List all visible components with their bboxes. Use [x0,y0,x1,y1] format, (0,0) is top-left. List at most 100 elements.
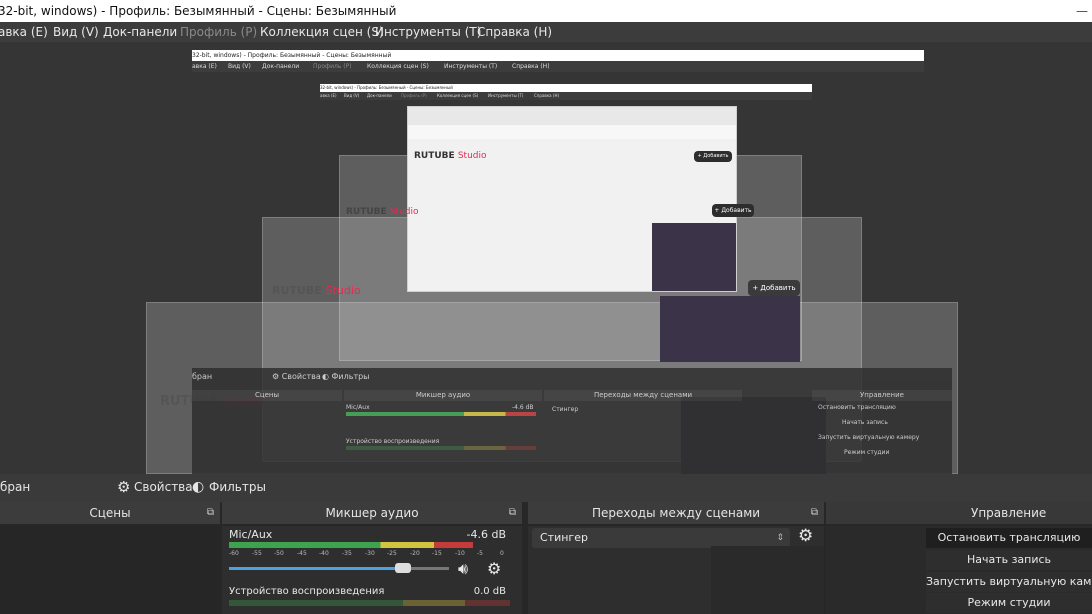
nested-mic-label: Mic/Aux [346,404,370,411]
device-label: Устройство воспроизведения [229,586,385,597]
transition-value: Стингер [540,531,588,544]
scale-tick: -40 [319,550,329,557]
nested-obs-header: 32-bit, windows) - Профиль: Безымянный -… [192,50,924,80]
nested-title: 32-bit, windows) - Профиль: Безымянный -… [192,50,924,61]
nested-obs-header-2: 32-bit, windows) - Профиль: Безымянный -… [320,84,812,104]
gear-icon[interactable]: ⚙ [798,526,813,546]
menu-bar: авка (E) Вид (V) Док-панели Профиль (P) … [0,22,1092,42]
nested-title-2: 32-bit, windows) - Профиль: Безымянный -… [320,84,812,92]
mixer-dock-header: Микшер аудио ⧉ [222,502,522,524]
scenes-list[interactable] [0,526,220,614]
nested-menu-item: Профиль (P) [401,93,427,98]
scale-tick: -45 [297,550,307,557]
scale-tick: -30 [365,550,375,557]
menu-profile[interactable]: Профиль (P) [180,22,257,42]
nested-menu-item: авка (E) [320,93,337,98]
menu-help[interactable]: Справка (H) [477,22,552,42]
nested-menu-item: Инструменты (T) [488,93,524,98]
mic-db: -4.6 dB [466,528,507,541]
nested-menu-item: Вид (V) [344,93,360,98]
nested-source-label: бран [192,372,213,381]
nested-mic-meter [346,412,536,416]
scale-tick: -35 [342,550,352,557]
scale-tick: -50 [274,550,284,557]
controls-dock-header: Управление [826,502,1092,524]
nested-device-meter [346,446,536,450]
filters-button[interactable]: Фильтры [209,474,266,500]
browser-address-bar [408,107,736,125]
menu-edit[interactable]: авка (E) [0,22,48,42]
source-toolbar: бран ⚙ Свойства ◐ Фильтры [0,474,1092,500]
popout-icon[interactable]: ⧉ [811,502,818,524]
nested-menu: авка (E) Вид (V) Док-панели Профиль (P) … [192,61,924,72]
device-level-meter [229,600,510,606]
preview-thumbnail [652,223,736,291]
scale-tick: -10 [455,550,465,557]
nested-control-button: Запустить виртуальную камеру [818,434,920,441]
mic-level-meter [229,542,473,548]
nested-menu-item: Док-панели [262,63,300,70]
scale-tick: -55 [252,550,262,557]
transition-select[interactable]: Стингер ⇕ [532,528,790,548]
nested-control-button: Режим студии [844,449,890,456]
scale-tick: -60 [229,550,239,557]
nested-device-label: Устройство воспроизведения [346,438,440,445]
properties-button[interactable]: Свойства [134,474,193,500]
device-db: 0.0 dB [473,586,506,597]
popout-icon[interactable]: ⧉ [207,502,214,524]
scenes-title: Сцены [89,506,131,520]
nested-controls-header: Управление [812,390,952,401]
nested-obs-docks: бран ⚙ Свойства ◐ Фильтры Сцены Микшер а… [192,368,952,474]
nested-browser: RUTUBE Studio + Добавить [407,106,737,292]
transitions-title: Переходы между сценами [591,506,761,520]
mixer-title: Микшер аудио [325,506,419,520]
preview-thumbnail [711,546,824,614]
nested-mixer-header: Микшер аудио [344,390,542,401]
stop-stream-button[interactable]: Остановить трансляцию [926,528,1092,548]
gear-icon[interactable]: ⚙ [487,559,501,578]
nested-scenes-header: Сцены [192,390,342,401]
start-recording-button[interactable]: Начать запись [926,550,1092,570]
spin-icon: ⇕ [776,533,784,543]
preview-thumbnail [660,296,800,362]
nested-menu-item: авка (E) [192,63,217,70]
scale-tick: -5 [477,550,483,557]
nested-menu-item: Коллекция сцен (S) [437,93,479,98]
menu-scene-collection[interactable]: Коллекция сцен (S) [260,22,384,42]
nested-menu-2: авка (E) Вид (V) Док-панели Профиль (P) … [320,92,812,100]
nested-menu-item: Справка (H) [534,93,560,98]
add-button: + Добавить [694,151,732,162]
scale-tick: -20 [410,550,420,557]
nested-menu-item: Коллекция сцен (S) [367,63,429,70]
title-bar: 32-bit, windows) - Профиль: Безымянный -… [0,0,1092,22]
mic-volume-slider[interactable] [395,563,411,573]
scenes-dock-header: Сцены ⧉ [0,502,220,524]
minimize-button[interactable]: — [1072,0,1092,22]
rutube-logo: RUTUBE Studio [272,284,361,297]
nested-properties: ⚙ Свойства [272,372,321,381]
nested-filters: ◐ Фильтры [322,372,370,381]
menu-tools[interactable]: Инструменты (T) [375,22,481,42]
transitions-body: Стингер ⇕ ⚙ [528,526,824,614]
menu-docks[interactable]: Док-панели [103,22,177,42]
preview-canvas[interactable]: 32-bit, windows) - Профиль: Безымянный -… [0,42,1092,474]
rutube-logo: RUTUBE Studio [346,207,419,217]
rutube-logo: RUTUBE Studio [414,151,487,161]
nested-menu-item: Инструменты (T) [444,63,498,70]
scale-tick: -15 [432,550,442,557]
scale-tick: -25 [387,550,397,557]
menu-view[interactable]: Вид (V) [53,22,99,42]
virtual-camera-button[interactable]: Запустить виртуальную камеру [926,572,1092,592]
studio-mode-button[interactable]: Режим студии [926,593,1092,613]
nested-mic-db: -4.6 dB [512,404,534,411]
browser-bookmarks [408,125,736,139]
nested-menu-item: Вид (V) [228,63,251,70]
controls-title: Управление [971,506,1047,520]
nested-control-button: Остановить трансляцию [818,404,896,411]
obs-window: 32-bit, windows) - Профиль: Безымянный -… [0,0,1092,614]
speaker-icon[interactable]: 🔊︎ [458,559,468,579]
scale-tick: 0 [500,550,504,557]
popout-icon[interactable]: ⧉ [509,502,516,524]
mic-volume-fill [229,567,403,570]
docks-area: Сцены ⧉ Микшер аудио ⧉ Mic/Aux -4.6 dB -… [0,502,1092,614]
